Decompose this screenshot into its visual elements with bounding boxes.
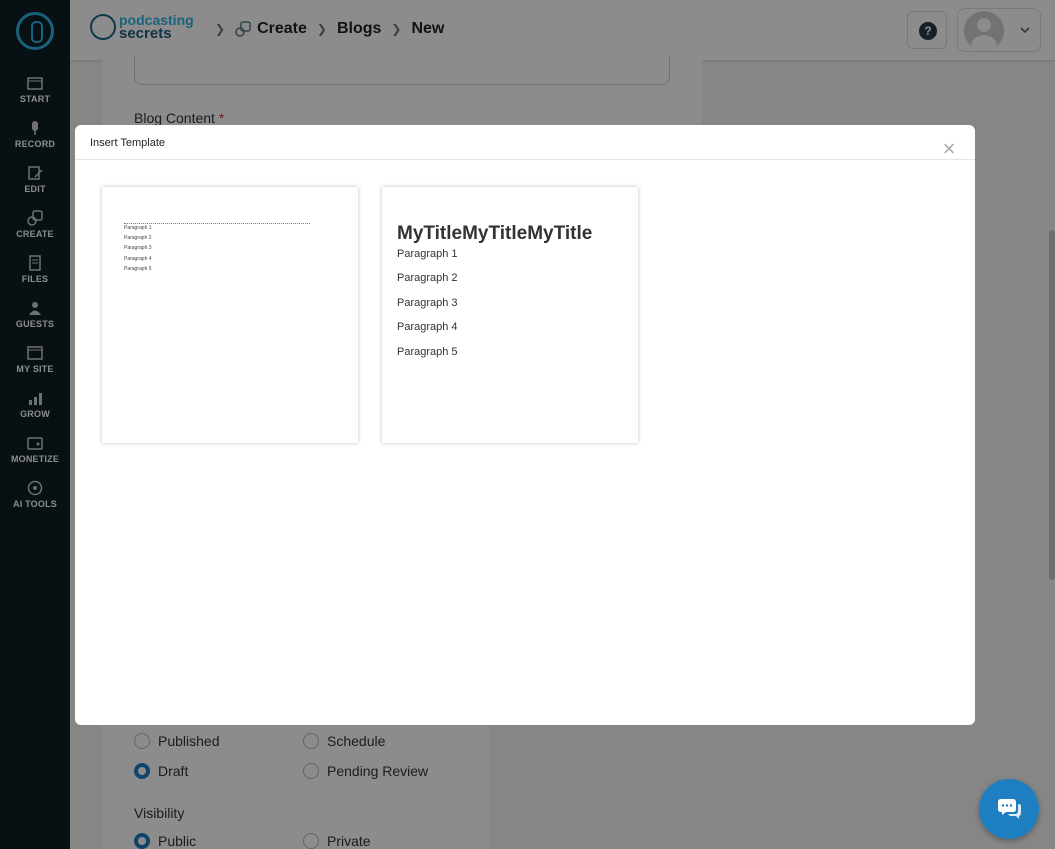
insert-template-dialog: Insert Template × Paragraph 1 Paragraph … (75, 125, 975, 725)
template-paragraph: Paragraph 5 (397, 346, 458, 358)
template-paragraph: Paragraph 3 (124, 245, 152, 251)
template-paragraph: Paragraph 2 (397, 272, 458, 284)
template-paragraph: Paragraph 3 (397, 297, 458, 309)
template-paragraph: Paragraph 4 (124, 256, 152, 262)
chat-icon (998, 799, 1021, 819)
template-title-placeholder (124, 223, 310, 224)
chat-launcher-button[interactable] (979, 779, 1039, 839)
dialog-header: Insert Template × (75, 125, 975, 160)
close-icon[interactable]: × (941, 138, 957, 160)
template-paragraph: Paragraph 5 (124, 266, 152, 272)
template-paragraph: Paragraph 1 (124, 225, 152, 231)
template-title: MyTitleMyTitleMyTitle (397, 223, 593, 244)
template-paragraph: Paragraph 1 (397, 248, 458, 260)
template-card-1[interactable]: Paragraph 1 Paragraph 2 Paragraph 3 Para… (102, 187, 358, 443)
template-paragraph: Paragraph 4 (397, 321, 458, 333)
template-paragraph: Paragraph 2 (124, 235, 152, 241)
dialog-title: Insert Template (90, 137, 166, 149)
template-card-2[interactable]: MyTitleMyTitleMyTitle Paragraph 1 Paragr… (382, 187, 638, 443)
